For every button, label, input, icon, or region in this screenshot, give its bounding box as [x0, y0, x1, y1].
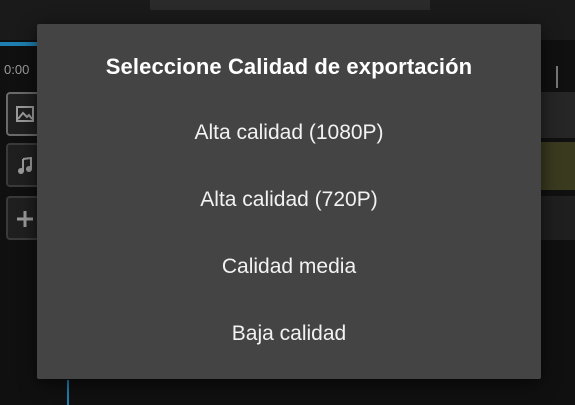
timeline-playhead — [67, 380, 69, 405]
music-note-icon — [18, 157, 32, 174]
add-image-button[interactable] — [6, 92, 40, 136]
timeline-progress — [0, 42, 40, 46]
image-icon — [16, 106, 34, 122]
option-low-quality[interactable]: Baja calidad — [37, 307, 541, 361]
export-quality-dialog: Seleccione Calidad de exportación Alta c… — [37, 24, 541, 379]
editor-screen: 0:00 Seleccione Calidad de exportación A… — [0, 0, 575, 405]
add-music-button[interactable] — [6, 143, 40, 187]
dialog-title: Seleccione Calidad de exportación — [105, 54, 473, 79]
add-clip-button[interactable] — [6, 196, 40, 240]
timeline-time-label: 0:00 — [4, 62, 30, 77]
timeline-track-empty — [540, 196, 575, 240]
option-medium-quality[interactable]: Calidad media — [37, 240, 541, 294]
option-high-quality-720p[interactable]: Alta calidad (720P) — [37, 173, 541, 227]
timeline-track-audio — [540, 142, 575, 190]
option-high-quality-1080p[interactable]: Alta calidad (1080P) — [37, 106, 541, 160]
timeline-marker — [556, 66, 558, 88]
timeline-track-video — [540, 92, 575, 138]
preview-strip — [150, 0, 430, 10]
plus-icon — [17, 211, 33, 227]
